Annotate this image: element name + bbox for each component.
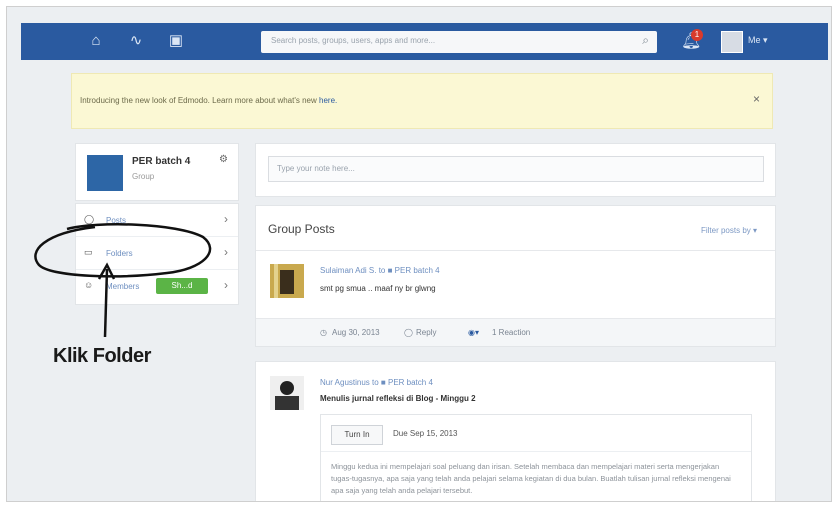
post-author-avatar[interactable] <box>270 264 304 298</box>
post-date: Aug 30, 2013 <box>332 328 380 337</box>
post-author-line[interactable]: Sulaiman Adi S. to ■ PER batch 4 <box>320 266 440 275</box>
divider <box>321 451 751 452</box>
reply-link[interactable]: Reply <box>416 328 436 337</box>
annotation-arrow-shaft <box>103 268 109 338</box>
post-text: smt pg smua .. maaf ny br glwng <box>320 284 436 293</box>
reaction-icon[interactable]: ◉▾ <box>468 328 479 337</box>
screenshot-frame: ⌂ ∿ ▣ Search posts, groups, users, apps … <box>6 6 832 502</box>
group-posts-title: Group Posts <box>268 222 335 236</box>
assignment-title[interactable]: Menulis jurnal refleksi di Blog - Minggu… <box>320 394 476 403</box>
due-date: Due Sep 15, 2013 <box>393 429 458 438</box>
assignment-description: Minggu kedua ini mempelajari soal peluan… <box>331 462 731 495</box>
assignment-box: Turn In Due Sep 15, 2013 Minggu kedua in… <box>320 414 752 501</box>
annotation-circle <box>34 223 212 278</box>
reaction-count[interactable]: 1 Reaction <box>492 328 530 337</box>
post-composer: Type your note here... <box>255 143 776 197</box>
clock-icon: ◷ <box>320 328 327 337</box>
divider <box>256 250 775 251</box>
reply-icon[interactable]: ◯ <box>404 328 413 337</box>
group-posts-card: Group Posts Filter posts by ▾ Sulaiman A… <box>255 205 776 347</box>
turn-in-button[interactable]: Turn In <box>331 425 383 445</box>
post-author-avatar[interactable] <box>270 376 304 410</box>
note-input[interactable]: Type your note here... <box>268 156 764 182</box>
annotation-label: Klik Folder <box>53 345 151 367</box>
post-card: Nur Agustinus to ■ PER batch 4 Menulis j… <box>255 361 776 501</box>
avatar-photo <box>270 264 304 298</box>
avatar-photo <box>270 376 304 410</box>
note-placeholder: Type your note here... <box>277 164 355 173</box>
post-author-line[interactable]: Nur Agustinus to ■ PER batch 4 <box>320 378 433 387</box>
filter-posts-dropdown[interactable]: Filter posts by ▾ <box>701 226 757 235</box>
post-footer: ◷ Aug 30, 2013 ◯ Reply ◉▾ 1 Reaction <box>256 318 775 346</box>
